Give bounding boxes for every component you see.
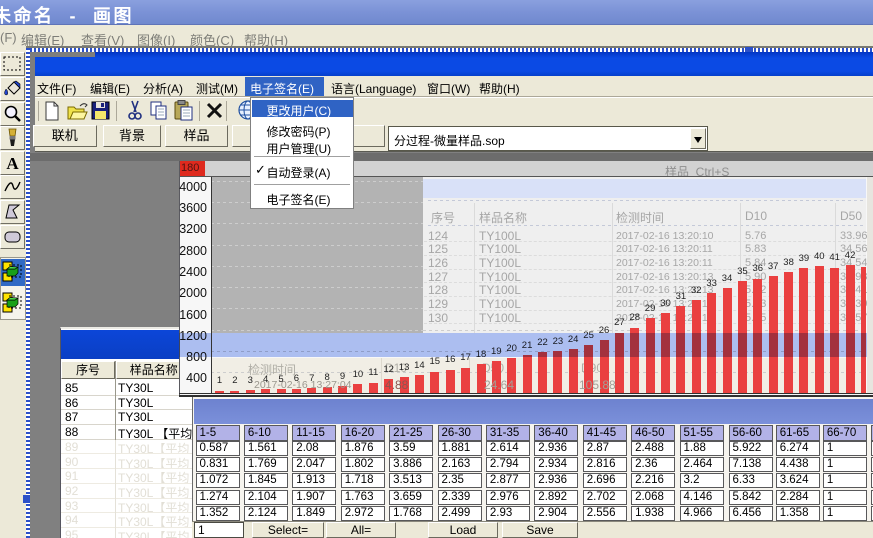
svg-text:A: A <box>6 154 19 173</box>
